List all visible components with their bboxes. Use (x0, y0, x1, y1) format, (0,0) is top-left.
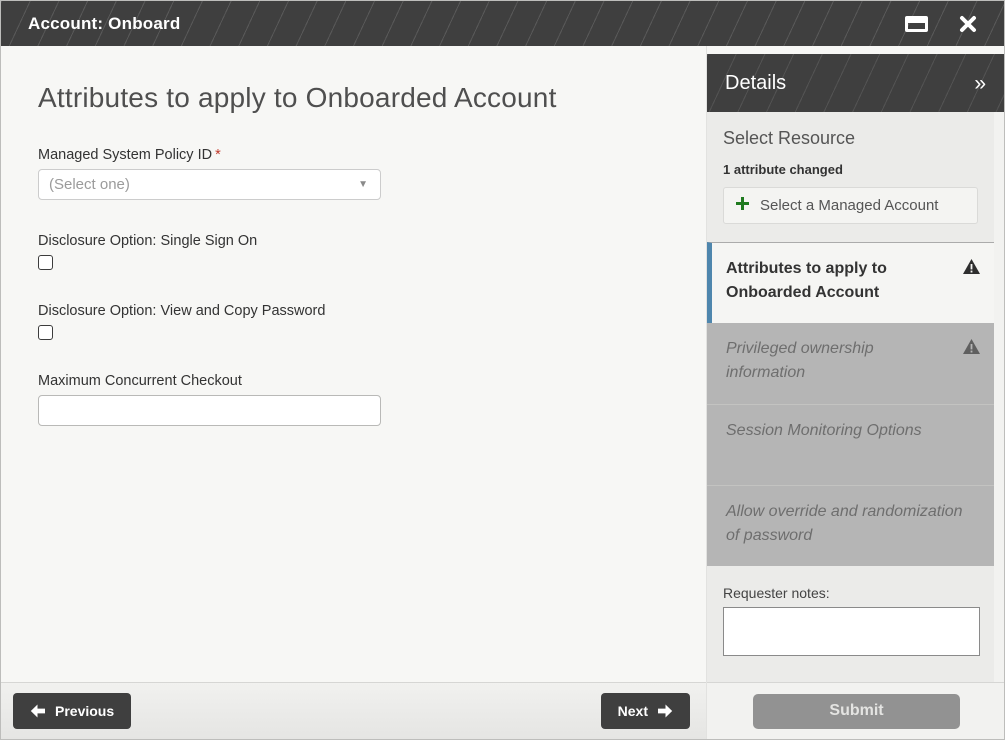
details-header: Details » (707, 54, 1005, 112)
requester-notes-input[interactable] (723, 607, 980, 656)
requester-notes-label: Requester notes: (723, 585, 978, 601)
main-panel: Attributes to apply to Onboarded Account… (1, 46, 706, 739)
step-attributes-onboarded[interactable]: Attributes to apply to Onboarded Account (707, 242, 994, 323)
max-checkout-input[interactable] (38, 395, 381, 426)
policy-select[interactable]: (Select one) ▼ (38, 169, 381, 200)
select-resource-heading: Select Resource (723, 128, 978, 149)
view-copy-label: Disclosure Option: View and Copy Passwor… (38, 303, 666, 319)
titlebar: Account: Onboard (1, 1, 1004, 46)
step-privileged-ownership[interactable]: Privileged ownership information (707, 323, 994, 404)
view-copy-checkbox[interactable] (38, 325, 53, 340)
field-sso: Disclosure Option: Single Sign On (38, 233, 666, 270)
required-asterisk: * (215, 147, 221, 163)
attribute-changed-status: 1 attribute changed (723, 162, 978, 177)
requester-notes-section: Requester notes: (707, 566, 994, 675)
close-icon[interactable] (958, 14, 978, 34)
sso-checkbox[interactable] (38, 255, 53, 270)
select-resource-section: Select Resource 1 attribute changed Sele… (707, 112, 994, 242)
collapse-panel-icon[interactable]: » (974, 73, 986, 94)
details-title: Details (725, 72, 786, 95)
select-managed-account-button[interactable]: Select a Managed Account (723, 187, 978, 224)
step-allow-override[interactable]: Allow override and randomization of pass… (707, 485, 994, 566)
field-managed-system-policy: Managed System Policy ID* (Select one) ▼ (38, 147, 666, 200)
warning-icon (963, 339, 980, 390)
step-session-monitoring[interactable]: Session Monitoring Options (707, 404, 994, 485)
next-button[interactable]: Next (601, 693, 690, 729)
arrow-right-icon (657, 704, 673, 718)
plus-icon (736, 197, 749, 214)
policy-label: Managed System Policy ID* (38, 147, 666, 163)
sidebar-top-gap (707, 46, 1005, 54)
details-panel: Details » Select Resource 1 attribute ch… (706, 46, 1005, 739)
onboard-dialog: Account: Onboard Attributes to apply to … (0, 0, 1005, 740)
previous-button[interactable]: Previous (13, 693, 131, 729)
field-view-copy: Disclosure Option: View and Copy Passwor… (38, 303, 666, 340)
maximize-icon[interactable] (905, 16, 928, 32)
onboard-form: Attributes to apply to Onboarded Account… (1, 46, 706, 682)
chevron-down-icon: ▼ (358, 179, 368, 190)
policy-select-value: (Select one) (49, 176, 130, 193)
field-max-checkout: Maximum Concurrent Checkout (38, 373, 666, 426)
sso-label: Disclosure Option: Single Sign On (38, 233, 666, 249)
warning-icon (963, 259, 980, 309)
window-title: Account: Onboard (28, 14, 180, 34)
max-checkout-label: Maximum Concurrent Checkout (38, 373, 666, 389)
details-body: Select Resource 1 attribute changed Sele… (707, 112, 1005, 682)
arrow-left-icon (30, 704, 46, 718)
wizard-footer: Previous Next (1, 682, 706, 739)
wizard-steps: Attributes to apply to Onboarded Account… (707, 242, 994, 566)
page-title: Attributes to apply to Onboarded Account (38, 82, 666, 114)
submit-footer: Submit (707, 682, 1005, 739)
submit-button[interactable]: Submit (753, 694, 960, 729)
